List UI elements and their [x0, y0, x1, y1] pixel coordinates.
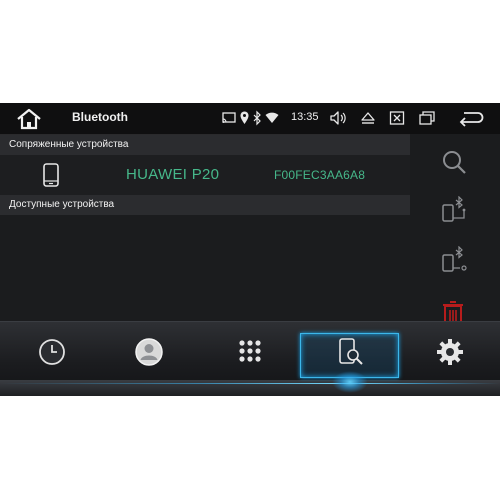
settings-gear-icon[interactable] — [433, 335, 467, 369]
page-title: Bluetooth — [72, 110, 128, 124]
clock-icon[interactable] — [35, 335, 69, 369]
phone-bluetooth-disconnect-icon[interactable] — [440, 246, 470, 276]
wifi-icon — [265, 112, 279, 123]
close-window-icon[interactable] — [389, 109, 405, 127]
device-mac-address: F00FEC3AA6A8 — [274, 168, 366, 182]
phone-bluetooth-connect-icon[interactable] — [440, 196, 470, 226]
phone-icon — [43, 163, 59, 187]
bluetooth-icon — [253, 110, 261, 126]
dialpad-icon[interactable] — [233, 335, 267, 369]
available-devices-header: Доступные устройства — [0, 195, 410, 215]
back-icon[interactable] — [458, 109, 484, 127]
right-action-panel — [410, 134, 500, 325]
bluetooth-screen: Bluetooth 13:35 Сопряженные устройства H… — [0, 103, 500, 396]
bottom-dock — [0, 321, 500, 396]
volume-icon[interactable] — [330, 109, 348, 127]
location-icon — [240, 111, 249, 124]
paired-device-row[interactable]: HUAWEI P20 F00FEC3AA6A8 — [0, 155, 410, 195]
search-icon[interactable] — [440, 148, 468, 176]
status-bar: Bluetooth 13:35 — [0, 103, 500, 135]
clock-time: 13:35 — [291, 111, 319, 123]
phone-search-icon[interactable] — [333, 335, 367, 369]
contacts-icon[interactable] — [132, 335, 166, 369]
dock-glow-line — [0, 383, 500, 384]
recent-apps-icon[interactable] — [418, 109, 436, 127]
active-tab-glow — [332, 371, 368, 393]
paired-devices-header: Сопряженные устройства — [0, 135, 410, 155]
device-name: HUAWEI P20 — [126, 166, 220, 183]
cast-icon — [222, 112, 236, 123]
eject-icon[interactable] — [360, 109, 376, 127]
home-icon[interactable] — [14, 107, 44, 131]
